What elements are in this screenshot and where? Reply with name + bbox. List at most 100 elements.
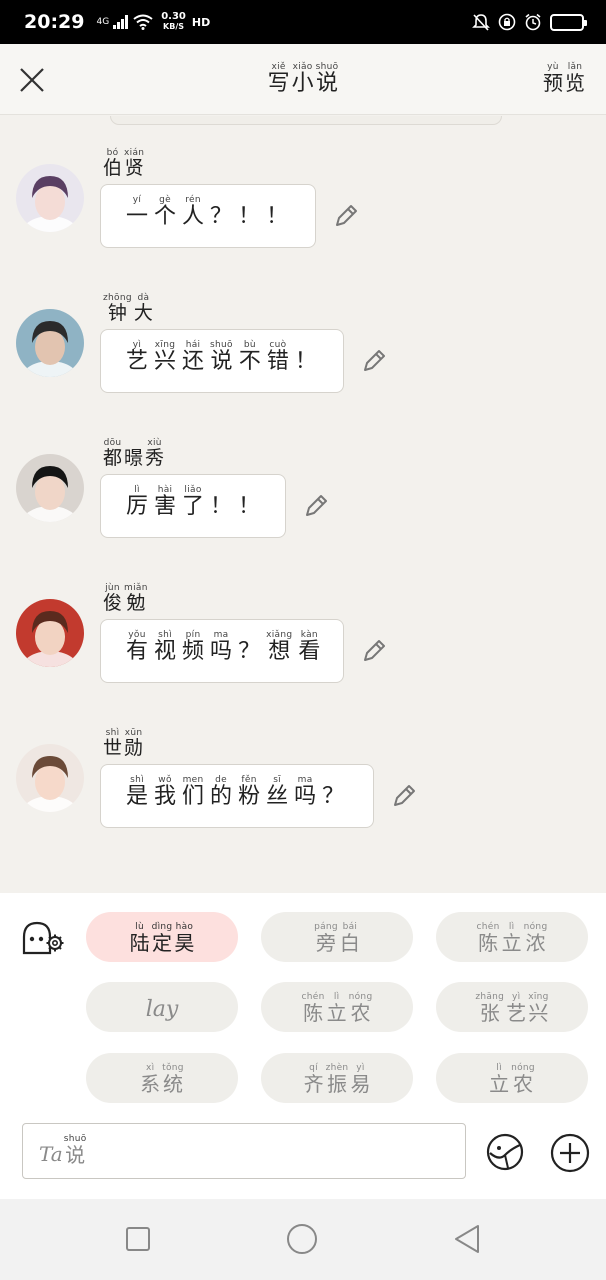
- annotated-char: 暻: [124, 438, 143, 469]
- annotated-char: xián 贤: [124, 148, 144, 179]
- sticker-icon[interactable]: [486, 1133, 524, 1171]
- annotated-char: dìng 定: [152, 922, 173, 954]
- annotated-char: chén 陈: [302, 992, 325, 1024]
- hanzi: 大: [133, 302, 153, 324]
- hanzi: 世: [103, 737, 123, 759]
- role-chip[interactable]: qí 齐 zhèn 振 yì 易: [261, 1053, 413, 1103]
- hanzi: 都: [103, 447, 123, 469]
- role-chip-label: lay: [145, 997, 179, 1022]
- hanzi: 吗: [294, 784, 317, 809]
- annotated-char: nóng 农: [511, 1063, 535, 1095]
- message-bubble[interactable]: shì 是 wǒ 我 men 们 de 的 fěn 粉 sī 丝 ma 吗 ？: [100, 764, 374, 828]
- avatar[interactable]: [16, 599, 84, 667]
- hanzi: 个: [154, 204, 177, 229]
- annotated-char: lì 厉: [126, 485, 148, 519]
- hanzi: ！: [294, 349, 317, 374]
- edit-icon[interactable]: [360, 637, 388, 665]
- avatar-image: [16, 164, 84, 232]
- hanzi: 小: [291, 71, 314, 96]
- hanzi: 吗: [210, 639, 233, 664]
- message-bubble[interactable]: lì 厉 hài 害 liǎo 了 ！ ！: [100, 474, 286, 538]
- annotated-char: qí 齐: [304, 1063, 324, 1095]
- hanzi: 伯: [103, 157, 123, 179]
- hanzi: 秀: [145, 447, 165, 469]
- role-chip[interactable]: lù 陆 dìng 定 hào 昊: [86, 912, 238, 962]
- annotated-char: liǎo 了: [182, 485, 204, 519]
- preview-button[interactable]: yù 预 lǎn 览: [542, 62, 586, 94]
- message-bubble[interactable]: yǒu 有 shì 视 pín 频 ma 吗 ？ xiǎng 想 kàn 看: [100, 619, 344, 683]
- recent-apps-icon[interactable]: [122, 1223, 154, 1255]
- add-icon[interactable]: [550, 1133, 590, 1173]
- annotated-char: dà 大: [134, 293, 153, 324]
- role-chip[interactable]: xì 系 tǒng 统: [86, 1053, 238, 1103]
- annotated-char: wǒ 我: [154, 775, 176, 809]
- annotated-char: hái 还: [182, 340, 204, 374]
- annotated-char: shuō 说: [316, 62, 339, 96]
- page-title: xiě 写 xiǎo 小 shuō 说: [0, 62, 606, 96]
- annotated-char: ！: [210, 485, 232, 519]
- avatar-image: [16, 744, 84, 812]
- annotated-char: nóng 农: [349, 992, 373, 1024]
- hanzi: 览: [565, 71, 585, 95]
- say-input[interactable]: Ta shuō 说: [22, 1123, 466, 1179]
- annotated-char: hào 昊: [174, 922, 194, 954]
- hanzi: ！: [266, 204, 289, 229]
- signal-icon: [113, 15, 129, 29]
- hanzi: ！: [238, 204, 261, 229]
- role-settings-icon[interactable]: [20, 919, 66, 955]
- hanzi: 农: [512, 1072, 533, 1096]
- say-input-placeholder-latin: Ta: [39, 1142, 63, 1166]
- avatar[interactable]: [16, 744, 84, 812]
- annotated-char: men 们: [182, 775, 204, 809]
- message-bubble[interactable]: yí 一 gè 个 rén 人 ？ ！ ！: [100, 184, 316, 248]
- hanzi: 立: [489, 1072, 510, 1096]
- battery-icon: 38: [550, 13, 587, 31]
- home-icon[interactable]: [286, 1223, 318, 1255]
- role-chip[interactable]: lì 立 nóng 农: [436, 1053, 588, 1103]
- edit-icon[interactable]: [302, 492, 330, 520]
- avatar[interactable]: [16, 454, 84, 522]
- hanzi: 农: [350, 1001, 371, 1025]
- hanzi: ？: [210, 204, 233, 229]
- hanzi: 艺: [126, 349, 149, 374]
- role-chip[interactable]: chén 陈 lì 立 nóng 浓: [436, 912, 588, 962]
- role-chip[interactable]: páng 旁 bái 白: [261, 912, 413, 962]
- hanzi: 频: [182, 639, 205, 664]
- back-icon[interactable]: [452, 1223, 484, 1255]
- avatar[interactable]: [16, 309, 84, 377]
- role-chip[interactable]: chén 陈 lì 立 nóng 农: [261, 982, 413, 1032]
- hanzi: 写: [267, 71, 290, 96]
- hanzi: 想: [268, 639, 291, 664]
- annotated-char: yì 易: [350, 1063, 370, 1095]
- speed-unit: KB/S: [163, 22, 185, 31]
- status-right-icons: 38: [472, 13, 587, 31]
- avatar-image: [16, 599, 84, 667]
- network-type: 4G: [96, 16, 110, 27]
- annotated-char: fěn 粉: [238, 775, 260, 809]
- role-chip[interactable]: lay: [86, 982, 238, 1032]
- role-chip[interactable]: zhāng 张 yì 艺 xīng 兴: [436, 982, 588, 1032]
- annotated-char: lǎn 览: [565, 62, 585, 94]
- lock-rotation-icon: [498, 13, 516, 31]
- network-speed: 0.30 KB/S: [161, 12, 186, 32]
- edit-icon[interactable]: [360, 347, 388, 375]
- hanzi: 看: [298, 639, 321, 664]
- hd-indicator: HD: [191, 15, 211, 29]
- hanzi: 丝: [266, 784, 289, 809]
- annotated-char: sī 丝: [266, 775, 288, 809]
- top-bar: xiě 写 xiǎo 小 shuō 说 yù 预 lǎn 览: [0, 44, 606, 115]
- hanzi: 旁: [315, 931, 336, 955]
- avatar[interactable]: [16, 164, 84, 232]
- message-bubble[interactable]: yì 艺 xīng 兴 hái 还 shuō 说 bù 不 cuò 错 ！: [100, 329, 344, 393]
- hanzi: 浓: [525, 931, 546, 955]
- wifi-icon: [133, 14, 153, 30]
- hanzi: 视: [154, 639, 177, 664]
- hanzi: 兴: [154, 349, 177, 374]
- edit-icon[interactable]: [332, 202, 360, 230]
- annotated-char: ma 吗: [294, 775, 316, 809]
- edit-icon[interactable]: [390, 782, 418, 810]
- annotated-char: de 的: [210, 775, 232, 809]
- annotated-char: kàn 看: [298, 630, 320, 664]
- hanzi: 系: [140, 1072, 161, 1096]
- say-input-placeholder-char: shuō 说: [64, 1134, 87, 1166]
